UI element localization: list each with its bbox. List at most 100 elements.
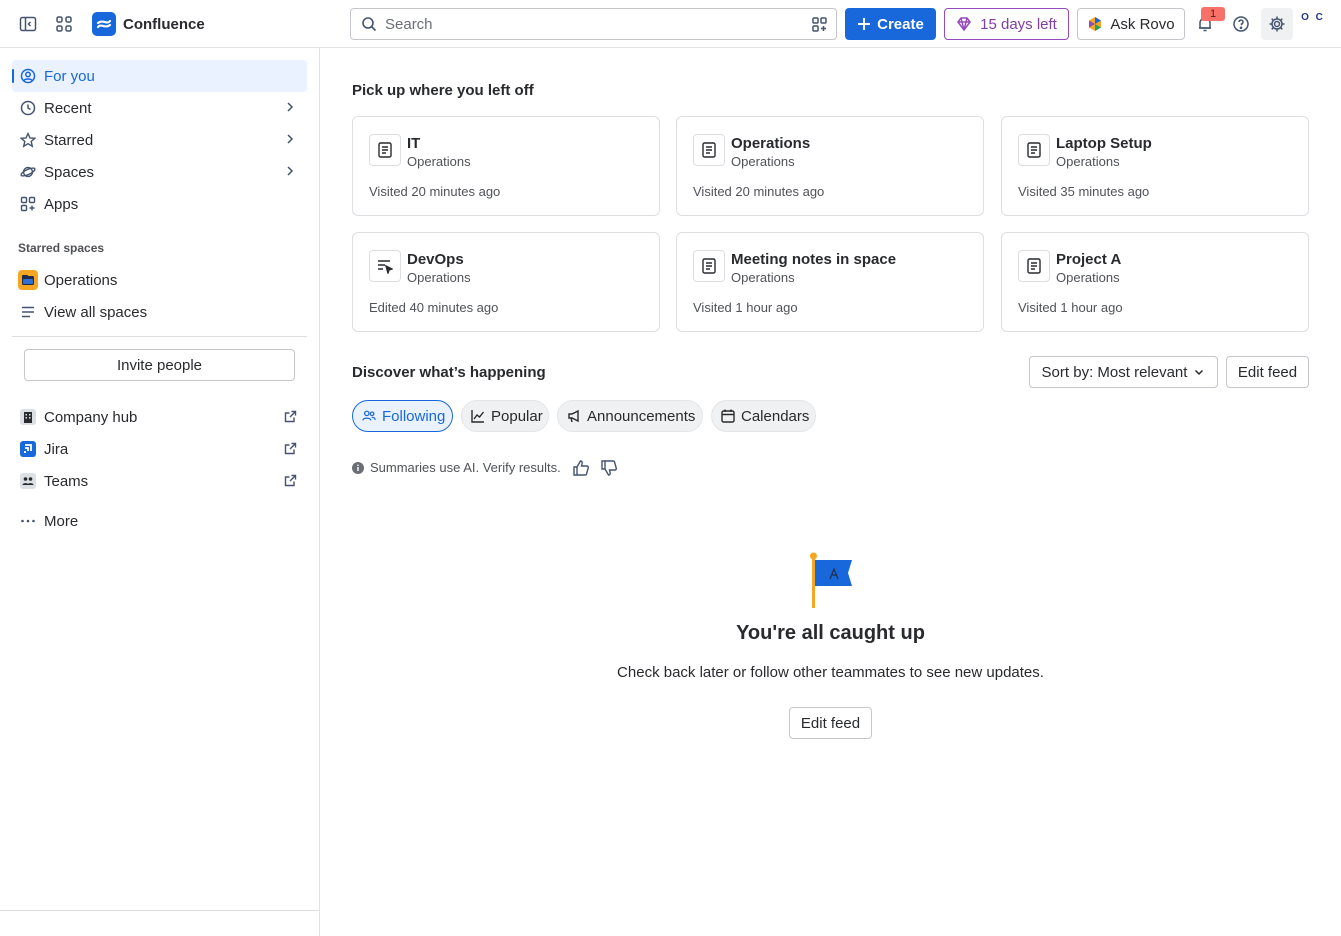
ask-rovo-button[interactable]: Ask Rovo	[1077, 8, 1185, 40]
card-space: Operations	[1056, 154, 1120, 169]
sidebar-item-apps[interactable]: Apps	[12, 188, 307, 220]
discover-heading: Discover what’s happening	[352, 364, 546, 381]
sidebar-item-label: More	[44, 512, 79, 530]
active-indicator	[12, 69, 14, 83]
recent-card[interactable]: Project A Operations Visited 1 hour ago	[1001, 232, 1309, 332]
thumbs-up-icon[interactable]	[572, 459, 590, 477]
user-avatar[interactable]: O C	[1300, 12, 1326, 36]
person-circle-icon	[20, 68, 36, 84]
thumbs-down-icon[interactable]	[600, 459, 618, 477]
rovo-icon	[1087, 16, 1103, 32]
chevron-right-icon[interactable]	[283, 164, 297, 178]
card-title: Meeting notes in space	[731, 251, 897, 268]
confluence-logo[interactable]: Confluence	[92, 12, 205, 36]
app-switcher-icon[interactable]	[52, 12, 76, 36]
sidebar-link-teams[interactable]: Teams	[12, 465, 307, 497]
info-icon	[352, 461, 364, 474]
gem-icon	[956, 16, 972, 32]
megaphone-icon	[567, 409, 581, 423]
trend-icon	[471, 409, 485, 423]
empty-state-description: Check back later or follow other teammat…	[617, 664, 1044, 681]
recent-card[interactable]: Meeting notes in space Operations Visite…	[676, 232, 984, 332]
sidebar-space-operations[interactable]: Operations	[12, 264, 307, 296]
empty-state-edit-feed-button[interactable]: Edit feed	[789, 707, 872, 739]
sidebar-toggle-icon[interactable]	[16, 12, 40, 36]
card-title: Operations	[731, 135, 811, 152]
card-space: Operations	[731, 270, 795, 285]
external-link-icon	[284, 474, 297, 487]
tab-calendars[interactable]: Calendars	[711, 400, 816, 432]
confluence-logo-icon	[92, 12, 116, 36]
tab-label: Following	[382, 407, 446, 425]
people-icon	[362, 409, 376, 423]
view-all-spaces-link[interactable]: View all spaces	[12, 296, 307, 328]
recent-card[interactable]: IT Operations Visited 20 minutes ago	[352, 116, 660, 216]
sidebar-item-label: Operations	[44, 271, 118, 289]
create-button[interactable]: Create	[845, 8, 936, 40]
card-meta: Visited 20 minutes ago	[369, 184, 501, 199]
search-input[interactable]	[385, 15, 785, 33]
card-space: Operations	[731, 154, 795, 169]
invite-people-button[interactable]: Invite people	[24, 349, 295, 381]
card-meta: Visited 35 minutes ago	[1018, 184, 1150, 199]
card-meta: Edited 40 minutes ago	[369, 300, 499, 315]
folder-space-icon	[18, 270, 38, 290]
search-box[interactable]	[350, 8, 837, 40]
sidebar-item-label: Company hub	[44, 408, 138, 426]
starred-spaces-heading: Starred spaces	[18, 241, 105, 255]
card-meta: Visited 20 minutes ago	[693, 184, 825, 199]
external-link-icon	[284, 410, 297, 423]
notification-count-badge: 1	[1201, 7, 1225, 21]
sort-dropdown[interactable]: Sort by: Most relevant	[1029, 356, 1218, 388]
planet-icon	[20, 164, 36, 180]
flag-illustration	[808, 552, 856, 610]
sidebar-item-label: Starred	[44, 131, 94, 149]
recent-card[interactable]: DevOps Operations Edited 40 minutes ago	[352, 232, 660, 332]
trial-button[interactable]: 15 days left	[944, 8, 1069, 40]
tab-announcements[interactable]: Announcements	[557, 400, 703, 432]
sidebar-item-label: Teams	[44, 472, 89, 490]
calendar-icon	[721, 409, 735, 423]
create-label: Create	[877, 15, 924, 33]
card-meta: Visited 1 hour ago	[1018, 300, 1123, 315]
recent-card[interactable]: Operations Operations Visited 20 minutes…	[676, 116, 984, 216]
sidebar-item-label: Recent	[44, 99, 92, 117]
chevron-right-icon[interactable]	[283, 100, 297, 114]
settings-button[interactable]	[1261, 8, 1293, 40]
building-icon	[20, 409, 36, 425]
sidebar-item-label: View all spaces	[44, 303, 148, 321]
recent-card[interactable]: Laptop Setup Operations Visited 35 minut…	[1001, 116, 1309, 216]
external-link-icon	[284, 442, 297, 455]
sidebar-item-label: Jira	[44, 440, 69, 458]
sidebar-bottom-divider	[0, 910, 319, 911]
list-icon	[20, 304, 36, 320]
sidebar-item-recent[interactable]: Recent	[12, 92, 307, 124]
sidebar-item-for-you[interactable]: For you	[12, 60, 307, 92]
card-meta: Visited 1 hour ago	[693, 300, 798, 315]
edit-feed-button[interactable]: Edit feed	[1226, 356, 1309, 388]
sidebar-divider	[12, 336, 307, 337]
sidebar-item-starred[interactable]: Starred	[12, 124, 307, 156]
recent-heading: Pick up where you left off	[352, 82, 534, 99]
page-edit-icon	[369, 250, 401, 282]
tab-following[interactable]: Following	[352, 400, 453, 432]
page-icon	[369, 134, 401, 166]
sidebar-link-company-hub[interactable]: Company hub	[12, 401, 307, 433]
sidebar-link-jira[interactable]: Jira	[12, 433, 307, 465]
sidebar-item-more[interactable]: More	[12, 505, 307, 537]
page-icon	[693, 250, 725, 282]
card-title: IT	[407, 135, 421, 152]
jira-icon	[20, 441, 36, 457]
sort-label: Sort by: Most relevant	[1041, 363, 1188, 381]
search-filter-icon[interactable]	[811, 16, 828, 33]
ai-summary-note: Summaries use AI. Verify results.	[352, 460, 561, 475]
apps-icon	[20, 196, 36, 212]
sidebar-item-spaces[interactable]: Spaces	[12, 156, 307, 188]
chevron-right-icon[interactable]	[283, 132, 297, 146]
tab-popular[interactable]: Popular	[461, 400, 549, 432]
trial-label: 15 days left	[980, 15, 1057, 33]
card-space: Operations	[1056, 270, 1120, 285]
ai-note-text: Summaries use AI. Verify results.	[370, 460, 561, 475]
help-icon[interactable]	[1229, 12, 1253, 36]
search-icon	[361, 16, 377, 32]
